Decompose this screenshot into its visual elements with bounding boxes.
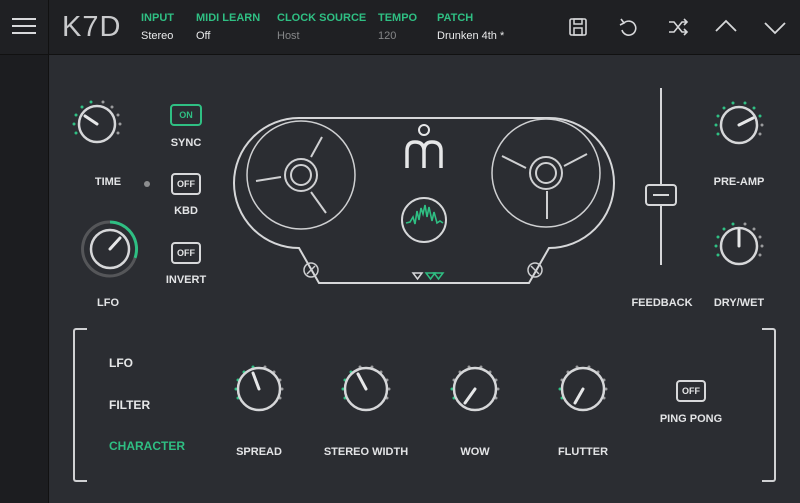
- feedback-label: FEEDBACK: [631, 297, 693, 309]
- input-setting: INPUT Stereo: [141, 12, 174, 42]
- section-tab-filter[interactable]: FILTER: [109, 398, 150, 412]
- section-bracket-left: [73, 328, 87, 482]
- chevron-up-icon: [715, 19, 737, 32]
- wow-label: WOW: [460, 446, 490, 458]
- tempo-setting: TEMPO 120: [378, 12, 417, 42]
- top-bar: K7D INPUT Stereo MIDI LEARN Off CLOCK SO…: [0, 0, 800, 55]
- main-panel: TIME ON SYNC OFF KBD OFF INVERT LFO FEED…: [48, 55, 800, 503]
- right-reel: [491, 118, 601, 228]
- invert-label: INVERT: [165, 274, 207, 286]
- wow-knob[interactable]: [443, 357, 507, 421]
- feedback-fader-handle[interactable]: [645, 184, 677, 206]
- section-tab-lfo[interactable]: LFO: [109, 356, 133, 370]
- patch-setting: PATCH Drunken 4th *: [437, 12, 504, 42]
- stereo-width-label: STEREO WIDTH: [323, 446, 409, 458]
- play-head-markers: [411, 272, 445, 281]
- flutter-knob[interactable]: [551, 357, 615, 421]
- chevron-down-icon: [764, 22, 786, 35]
- midi-learn-value[interactable]: Off: [196, 30, 260, 42]
- menu-button[interactable]: [0, 0, 49, 54]
- section-tab-character[interactable]: CHARACTER: [109, 439, 185, 453]
- input-value[interactable]: Stereo: [141, 30, 174, 42]
- clock-source-value[interactable]: Host: [277, 30, 366, 42]
- clock-source-setting: CLOCK SOURCE Host: [277, 12, 366, 42]
- input-label: INPUT: [141, 12, 174, 24]
- kbd-label: KBD: [174, 205, 198, 217]
- undo-button[interactable]: [615, 14, 641, 40]
- dry-wet-knob[interactable]: [707, 214, 771, 278]
- flutter-label: FLUTTER: [557, 446, 609, 458]
- tempo-label: TEMPO: [378, 12, 418, 24]
- midi-learn-setting: MIDI LEARN Off: [196, 12, 260, 42]
- lfo-label: LFO: [97, 297, 119, 309]
- menu-icon-bar: [12, 32, 36, 34]
- section-bracket-right: [762, 328, 776, 482]
- invert-toggle[interactable]: OFF: [171, 242, 201, 264]
- left-reel: [246, 120, 356, 230]
- signal-scope: [401, 197, 447, 243]
- patch-value[interactable]: Drunken 4th *: [437, 30, 504, 42]
- ping-pong-toggle[interactable]: OFF: [676, 380, 706, 402]
- next-patch-button[interactable]: [762, 14, 788, 40]
- brand-logo-icon: [405, 124, 443, 168]
- time-indicator-dot: [144, 181, 150, 187]
- midi-learn-label: MIDI LEARN: [196, 12, 261, 24]
- spread-knob[interactable]: [227, 357, 291, 421]
- spread-label: SPREAD: [236, 446, 282, 458]
- ping-pong-label: PING PONG: [659, 413, 723, 425]
- randomize-button[interactable]: [665, 14, 691, 40]
- tape-machine: [233, 117, 615, 284]
- lfo-amount-knob[interactable]: [77, 216, 143, 282]
- tape-screw-right-icon: [527, 262, 543, 278]
- tape-screw-left-icon: [303, 262, 319, 278]
- pre-amp-knob[interactable]: [707, 93, 771, 157]
- dry-wet-label: DRY/WET: [713, 297, 765, 309]
- sync-label: SYNC: [170, 137, 202, 149]
- undo-icon: [619, 18, 637, 36]
- menu-icon-bar: [12, 25, 36, 27]
- save-icon: [569, 18, 587, 36]
- tempo-value[interactable]: 120: [378, 30, 417, 42]
- previous-patch-button[interactable]: [713, 14, 739, 40]
- clock-source-label: CLOCK SOURCE: [277, 12, 367, 24]
- feedback-fader-track[interactable]: [660, 88, 662, 265]
- save-button[interactable]: [565, 14, 591, 40]
- time-knob[interactable]: [65, 92, 129, 156]
- kbd-toggle[interactable]: OFF: [171, 173, 201, 195]
- pre-amp-label: PRE-AMP: [713, 176, 765, 188]
- sync-toggle[interactable]: ON: [170, 104, 202, 126]
- app-logo: K7D: [62, 11, 122, 43]
- time-label: TIME: [94, 176, 122, 188]
- stereo-width-knob[interactable]: [334, 357, 398, 421]
- shuffle-icon: [669, 18, 689, 36]
- patch-label: PATCH: [437, 12, 474, 24]
- menu-icon: [12, 18, 36, 20]
